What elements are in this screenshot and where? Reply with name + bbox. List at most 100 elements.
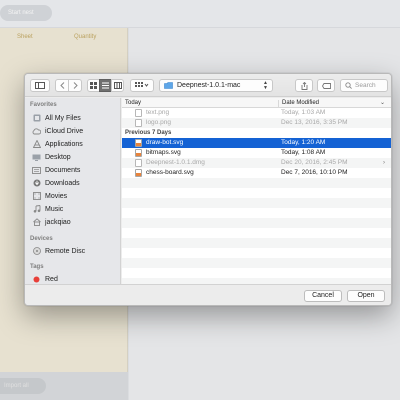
chevron-right-icon: [73, 82, 78, 89]
column-view-button[interactable]: [111, 79, 124, 92]
search-placeholder: Search: [355, 82, 376, 89]
cloud-icon: [32, 127, 41, 136]
sidebar-item-label: Downloads: [45, 179, 80, 187]
start-nest-button[interactable]: Start nest: [0, 5, 52, 21]
location-label: Deepnest-1.0.1-mac: [177, 82, 241, 89]
file-date: Today, 1:20 AM: [281, 139, 326, 146]
sidebar-item-home[interactable]: jackqiao: [32, 216, 71, 228]
open-button[interactable]: Open: [347, 290, 385, 302]
sidebar-icon: [35, 82, 45, 89]
devices-header: Devices: [30, 236, 53, 242]
sidebar-item-documents[interactable]: Documents: [32, 164, 80, 176]
home-icon: [32, 218, 41, 227]
file-name: chess-board.svg: [146, 169, 194, 176]
sidebar-item-music[interactable]: Music: [32, 203, 63, 215]
app-top-bar: Start nest: [0, 0, 400, 28]
movies-icon: [32, 192, 41, 201]
file-row-selected[interactable]: draw-bot.svg Today, 1:20 AM: [122, 138, 391, 148]
share-button[interactable]: [295, 79, 313, 92]
folder-icon: [164, 82, 173, 89]
tag-icon: [321, 82, 331, 89]
empty-row: [122, 238, 391, 248]
empty-row: [122, 218, 391, 228]
file-name: draw-bot.svg: [146, 139, 184, 146]
dialog-toolbar: Deepnest-1.0.1-mac ▲ ▼ Search: [25, 74, 391, 97]
file-name: Deepnest-1.0.1.dmg: [146, 159, 205, 166]
sidebar-item-remote-disc[interactable]: Remote Disc: [32, 245, 85, 257]
sidebar-item-label: Remote Disc: [45, 247, 86, 255]
music-icon: [32, 205, 41, 214]
file-date: Dec 7, 2016, 10:10 PM: [281, 169, 348, 176]
svg-file-icon: [135, 139, 143, 147]
favorites-header: Favorites: [30, 102, 57, 108]
name-column-header[interactable]: Today: [125, 100, 141, 106]
sidebar-item-label: All My Files: [45, 114, 81, 122]
all-files-icon: [32, 114, 41, 123]
open-file-dialog: Deepnest-1.0.1-mac ▲ ▼ Search Favorites A…: [24, 73, 392, 306]
sidebar-item-icloud-drive[interactable]: iCloud Drive: [32, 125, 83, 137]
sidebar-item-all-my-files[interactable]: All My Files: [32, 112, 81, 124]
list-icon: [102, 82, 109, 89]
toggle-sidebar-button[interactable]: [30, 79, 50, 92]
empty-row: [122, 258, 391, 268]
date-modified-column-header[interactable]: Date Modified: [278, 100, 319, 108]
tags-header: Tags: [30, 264, 44, 270]
file-row[interactable]: chess-board.svg Dec 7, 2016, 10:10 PM: [122, 168, 391, 178]
sidebar-item-downloads[interactable]: Downloads: [32, 177, 80, 189]
dmg-file-icon: [135, 159, 143, 167]
downloads-icon: [32, 179, 41, 188]
section-header-previous-7-days: Previous 7 Days: [125, 130, 172, 136]
file-date: Today, 1:03 AM: [281, 109, 326, 116]
sidebar-item-label: Red: [45, 275, 58, 283]
tag-button[interactable]: [317, 79, 335, 92]
columns-icon: [113, 82, 122, 89]
forward-button[interactable]: [68, 79, 82, 92]
file-name: logo.png: [146, 119, 171, 126]
location-popup[interactable]: Deepnest-1.0.1-mac ▲ ▼: [159, 79, 273, 92]
search-field[interactable]: Search: [340, 79, 388, 92]
sidebar-item-label: Music: [45, 205, 64, 213]
file-date: Dec 13, 2016, 3:35 PM: [281, 119, 348, 126]
sidebar-item-movies[interactable]: Movies: [32, 190, 67, 202]
file-date: Today, 1:08 AM: [281, 149, 326, 156]
file-date: Dec 20, 2016, 2:45 PM: [281, 159, 348, 166]
file-name: bitmaps.svg: [146, 149, 181, 156]
sidebar-item-applications[interactable]: Applications: [32, 138, 83, 150]
sidebar-item-label: Documents: [45, 166, 81, 174]
sidebar-item-label: Applications: [45, 140, 83, 148]
dialog-button-bar: Cancel Open: [25, 284, 391, 305]
dialog-sidebar: Favorites All My Files iCloud Drive Appl…: [25, 98, 121, 284]
documents-icon: [32, 166, 41, 175]
png-file-icon: [135, 109, 143, 117]
desktop-icon: [32, 153, 41, 162]
file-name: text.png: [146, 109, 170, 116]
back-button[interactable]: [55, 79, 69, 92]
file-row[interactable]: Deepnest-1.0.1.dmg Dec 20, 2016, 2:45 PM…: [122, 158, 391, 168]
sort-chevron-icon: ⌄: [380, 100, 386, 106]
sidebar-item-label: Movies: [45, 192, 68, 200]
empty-row: [122, 198, 391, 208]
sidebar-item-label: Desktop: [45, 153, 71, 161]
arrange-button[interactable]: [130, 79, 154, 92]
sidebar-item-label: jackqiao: [45, 218, 71, 226]
updown-chevron-icon: ▲ ▼: [263, 80, 268, 91]
chevron-left-icon: [59, 82, 64, 89]
png-file-icon: [135, 119, 143, 127]
expand-chevron-icon[interactable]: ›: [383, 158, 385, 168]
arrange-grid-icon: [135, 82, 149, 87]
svg-file-icon: [135, 169, 143, 177]
disc-icon: [32, 247, 41, 256]
grid-icon: [90, 82, 97, 89]
column-header-row: Today Date Modified ⌄: [122, 98, 391, 108]
file-row[interactable]: logo.png Dec 13, 2016, 3:35 PM: [122, 118, 391, 128]
file-list: Today Date Modified ⌄ text.png Today, 1:…: [122, 98, 391, 284]
red-tag-dot-icon: [32, 275, 41, 284]
search-icon: [345, 82, 352, 89]
svg-file-icon: [135, 149, 143, 157]
sidebar-item-label: iCloud Drive: [45, 127, 84, 135]
empty-row: [122, 178, 391, 188]
cancel-button[interactable]: Cancel: [304, 290, 342, 302]
file-row[interactable]: bitmaps.svg Today, 1:08 AM: [122, 148, 391, 158]
file-row[interactable]: text.png Today, 1:03 AM: [122, 108, 391, 118]
sidebar-item-desktop[interactable]: Desktop: [32, 151, 71, 163]
